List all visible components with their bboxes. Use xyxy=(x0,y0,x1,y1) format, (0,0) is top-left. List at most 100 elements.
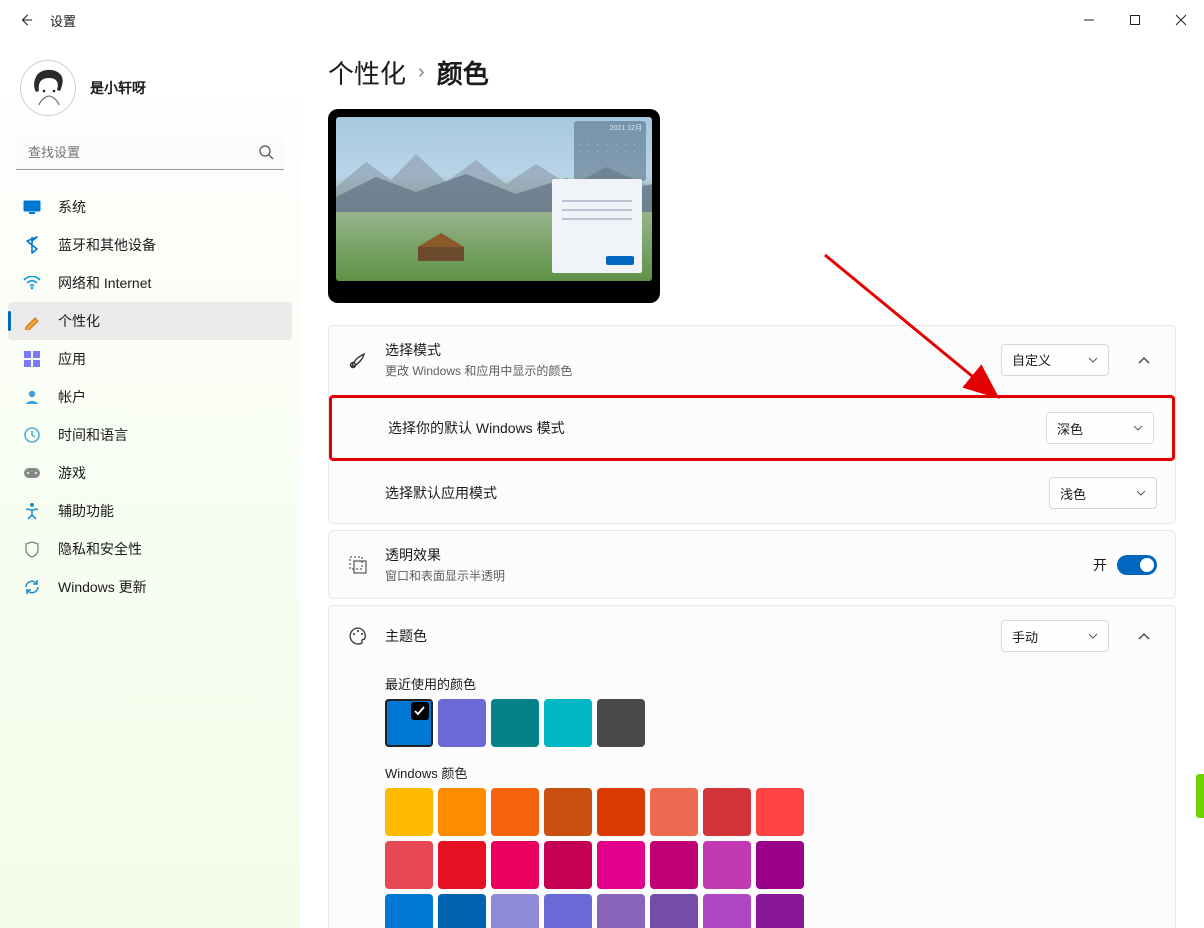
wifi-icon xyxy=(22,273,42,293)
color-swatch[interactable] xyxy=(756,894,804,928)
accent-title: 主题色 xyxy=(385,626,985,646)
color-swatch[interactable] xyxy=(597,894,645,928)
nav-apps[interactable]: 应用 xyxy=(8,340,292,378)
color-swatch[interactable] xyxy=(650,894,698,928)
nav-label: Windows 更新 xyxy=(58,577,147,597)
app-mode-dropdown[interactable]: 浅色 xyxy=(1049,477,1157,509)
expand-mode[interactable] xyxy=(1131,347,1157,373)
win-mode-dropdown[interactable]: 深色 xyxy=(1046,412,1154,444)
recent-colors-label: 最近使用的颜色 xyxy=(385,674,1175,693)
palette-icon xyxy=(347,626,369,646)
color-swatch[interactable] xyxy=(491,788,539,836)
brush-icon xyxy=(347,350,369,370)
color-swatch[interactable] xyxy=(438,699,486,747)
transparency-title: 透明效果 xyxy=(385,545,1077,565)
color-swatch[interactable] xyxy=(385,894,433,928)
color-swatch[interactable] xyxy=(597,788,645,836)
search-icon xyxy=(258,144,274,163)
transparency-row[interactable]: 透明效果 窗口和表面显示半透明 开 xyxy=(329,531,1175,598)
color-swatch[interactable] xyxy=(438,788,486,836)
display-icon xyxy=(22,197,42,217)
close-button[interactable] xyxy=(1158,4,1204,36)
nav-network[interactable]: 网络和 Internet xyxy=(8,264,292,302)
mode-row[interactable]: 选择模式 更改 Windows 和应用中显示的颜色 自定义 xyxy=(329,326,1175,393)
nav-privacy[interactable]: 隐私和安全性 xyxy=(8,530,292,568)
color-swatch[interactable] xyxy=(544,841,592,889)
update-icon xyxy=(22,577,42,597)
breadcrumb-parent[interactable]: 个性化 xyxy=(328,54,406,91)
nav-label: 个性化 xyxy=(58,311,100,331)
breadcrumb: 个性化 › 颜色 xyxy=(328,54,1176,91)
breadcrumb-current: 颜色 xyxy=(437,54,489,91)
back-button[interactable] xyxy=(12,6,40,34)
color-swatch[interactable] xyxy=(544,894,592,928)
nav-label: 蓝牙和其他设备 xyxy=(58,235,156,255)
nav-gaming[interactable]: 游戏 xyxy=(8,454,292,492)
desktop-preview: 2021 12月····················· xyxy=(328,109,660,303)
accent-row[interactable]: 主题色 手动 xyxy=(329,606,1175,666)
color-swatch[interactable] xyxy=(650,788,698,836)
mode-dropdown[interactable]: 自定义 xyxy=(1001,344,1109,376)
avatar xyxy=(20,60,76,116)
nav-personalization[interactable]: 个性化 xyxy=(8,302,292,340)
mode-sub: 更改 Windows 和应用中显示的颜色 xyxy=(385,362,985,379)
color-swatch[interactable] xyxy=(703,894,751,928)
app-title: 设置 xyxy=(50,11,76,30)
color-swatch[interactable] xyxy=(438,894,486,928)
titlebar: 设置 xyxy=(0,0,1204,40)
nav-time[interactable]: 时间和语言 xyxy=(8,416,292,454)
color-swatch[interactable] xyxy=(756,788,804,836)
paint-icon xyxy=(22,311,42,331)
nav-accessibility[interactable]: 辅助功能 xyxy=(8,492,292,530)
color-swatch[interactable] xyxy=(703,788,751,836)
transparency-switch[interactable] xyxy=(1117,555,1157,575)
nav-label: 时间和语言 xyxy=(58,425,128,445)
account-icon xyxy=(22,387,42,407)
expand-accent[interactable] xyxy=(1131,623,1157,649)
color-swatch[interactable] xyxy=(438,841,486,889)
chevron-right-icon: › xyxy=(418,61,425,84)
color-swatch[interactable] xyxy=(544,699,592,747)
accent-dropdown[interactable]: 手动 xyxy=(1001,620,1109,652)
color-swatch[interactable] xyxy=(544,788,592,836)
nav-system[interactable]: 系统 xyxy=(8,188,292,226)
nav-list: 系统 蓝牙和其他设备 网络和 Internet 个性化 应用 帐户 时间和语言 … xyxy=(8,188,292,606)
color-swatch[interactable] xyxy=(385,699,433,747)
minimize-button[interactable] xyxy=(1066,4,1112,36)
nav-label: 帐户 xyxy=(58,387,86,407)
search-input[interactable] xyxy=(16,136,284,170)
app-mode-row[interactable]: 选择默认应用模式 浅色 xyxy=(329,463,1175,523)
color-swatch[interactable] xyxy=(756,841,804,889)
accessibility-icon xyxy=(22,501,42,521)
color-swatch[interactable] xyxy=(703,841,751,889)
color-swatch[interactable] xyxy=(597,841,645,889)
side-indicator xyxy=(1196,774,1204,818)
toggle-state: 开 xyxy=(1093,555,1107,575)
nav-label: 辅助功能 xyxy=(58,501,114,521)
color-swatch[interactable] xyxy=(491,894,539,928)
nav-bluetooth[interactable]: 蓝牙和其他设备 xyxy=(8,226,292,264)
transparency-sub: 窗口和表面显示半透明 xyxy=(385,567,1077,584)
color-swatch[interactable] xyxy=(491,841,539,889)
user-block[interactable]: 是小轩呀 xyxy=(8,52,292,132)
color-swatch[interactable] xyxy=(491,699,539,747)
nav-label: 应用 xyxy=(58,349,86,369)
privacy-icon xyxy=(22,539,42,559)
color-swatch[interactable] xyxy=(385,841,433,889)
color-swatch[interactable] xyxy=(597,699,645,747)
content: 个性化 › 颜色 2021 12月····················· 选… xyxy=(300,40,1204,928)
windows-mode-row[interactable]: 选择你的默认 Windows 模式 深色 xyxy=(332,398,1172,458)
color-swatch[interactable] xyxy=(650,841,698,889)
nav-label: 网络和 Internet xyxy=(58,273,151,293)
search-box[interactable] xyxy=(16,136,284,170)
sidebar: 是小轩呀 系统 蓝牙和其他设备 网络和 Internet 个性化 应用 帐户 时… xyxy=(0,40,300,928)
color-swatch[interactable] xyxy=(385,788,433,836)
mode-card: 选择模式 更改 Windows 和应用中显示的颜色 自定义 选择你的默认 Win… xyxy=(328,325,1176,524)
apps-icon xyxy=(22,349,42,369)
nav-accounts[interactable]: 帐户 xyxy=(8,378,292,416)
nav-update[interactable]: Windows 更新 xyxy=(8,568,292,606)
maximize-button[interactable] xyxy=(1112,4,1158,36)
windows-colors-label: Windows 颜色 xyxy=(385,763,1175,782)
clock-icon xyxy=(22,425,42,445)
win-mode-label: 选择你的默认 Windows 模式 xyxy=(388,418,1030,438)
